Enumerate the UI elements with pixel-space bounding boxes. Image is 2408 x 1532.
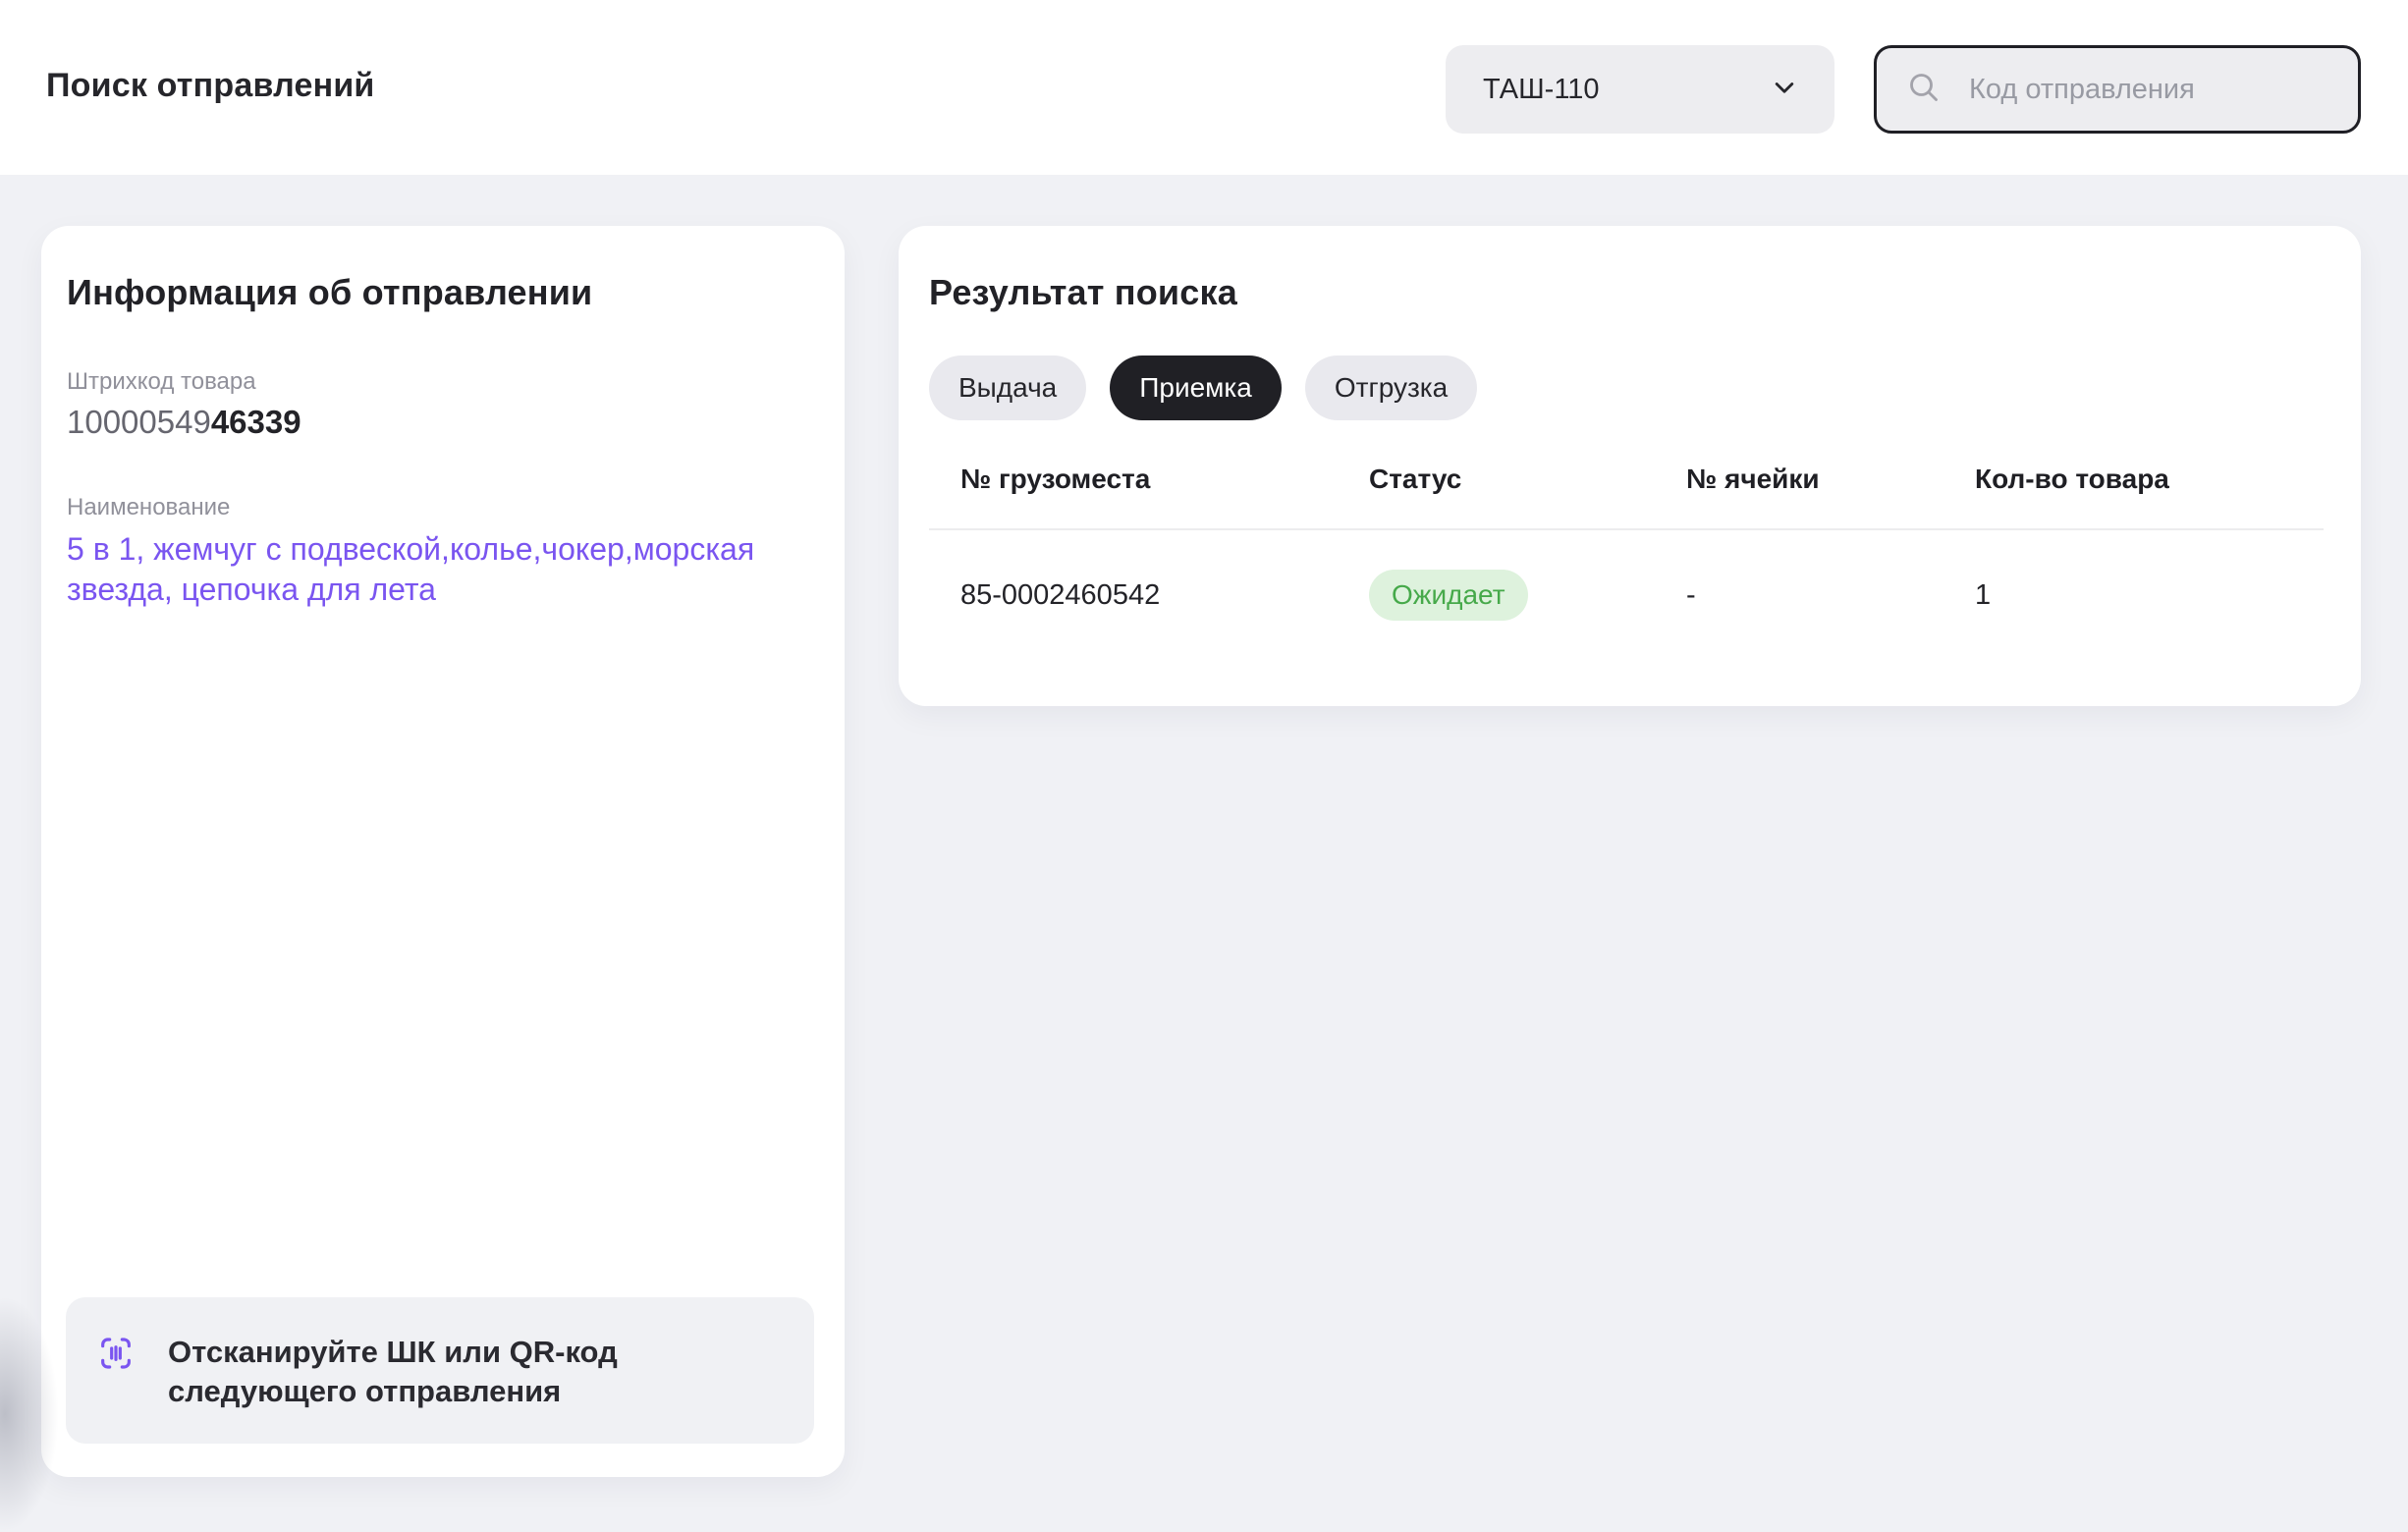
quantity-cell: 1 — [1975, 540, 2324, 655]
barcode-suffix: 46339 — [211, 404, 301, 440]
page-title: Поиск отправлений — [46, 67, 375, 105]
table-row[interactable]: 85-0002460542 Ожидает - 1 — [929, 530, 2324, 664]
item-name-label: Наименование — [67, 494, 815, 521]
barcode-label: Штрихкод товара — [67, 368, 815, 396]
scan-hint-text: Отсканируйте ШК или QR-код следующего от… — [168, 1333, 718, 1411]
chevron-down-icon — [1768, 71, 1801, 109]
table-header-row: № грузоместа Статус № ячейки Кол-во това… — [929, 464, 2324, 530]
cell-number-cell: - — [1686, 540, 1975, 655]
tab-otgruzka[interactable]: Отгрузка — [1305, 356, 1477, 420]
cargo-number-cell: 85-0002460542 — [929, 540, 1369, 655]
shipment-search — [1874, 45, 2361, 134]
col-header-cell-number: № ячейки — [1686, 464, 1975, 528]
top-bar: Поиск отправлений ТАШ-110 — [0, 0, 2408, 175]
col-header-cargo-number: № грузоместа — [929, 464, 1369, 528]
search-icon — [1904, 68, 1943, 112]
status-cell: Ожидает — [1369, 530, 1686, 664]
shipment-info-card: Информация об отправлении Штрихкод товар… — [41, 226, 845, 1477]
tab-priemka[interactable]: Приемка — [1110, 356, 1282, 420]
barcode-scan-icon — [96, 1333, 136, 1378]
warehouse-select[interactable]: ТАШ-110 — [1446, 45, 1834, 134]
warehouse-select-value: ТАШ-110 — [1483, 74, 1600, 106]
col-header-quantity: Кол-во товара — [1975, 464, 2324, 528]
status-badge: Ожидает — [1369, 570, 1528, 621]
scan-hint-panel: Отсканируйте ШК или QR-код следующего от… — [66, 1297, 814, 1444]
barcode-prefix: 10000549 — [67, 404, 211, 440]
search-results-title: Результат поиска — [929, 271, 2324, 314]
col-header-status: Статус — [1369, 464, 1686, 528]
results-table: № грузоместа Статус № ячейки Кол-во това… — [929, 464, 2324, 664]
search-results-card: Результат поиска Выдача Приемка Отгрузка… — [899, 226, 2361, 706]
results-tabs: Выдача Приемка Отгрузка — [929, 356, 2324, 420]
shipment-info-title: Информация об отправлении — [67, 271, 815, 314]
item-name-link[interactable]: 5 в 1, жемчуг с подвеской,колье,чокер,мо… — [67, 529, 825, 610]
tab-vydacha[interactable]: Выдача — [929, 356, 1086, 420]
barcode-value: 1000054946339 — [67, 404, 815, 441]
search-input[interactable] — [1969, 74, 2339, 106]
